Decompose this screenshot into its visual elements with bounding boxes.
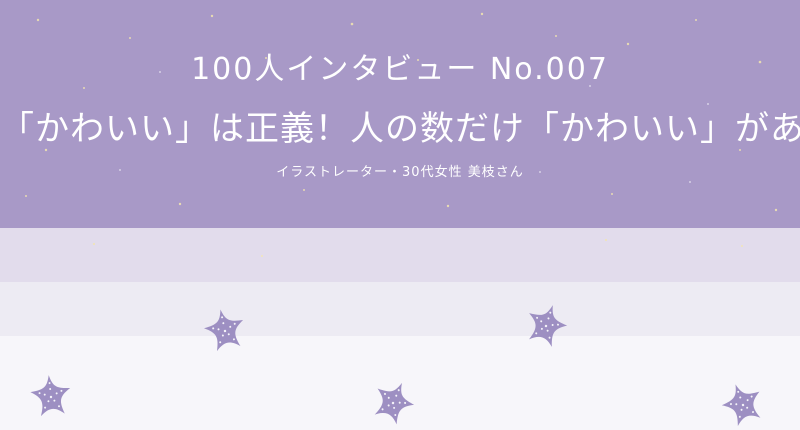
headline: 「かわいい」は正義！人の数だけ「かわいい」がある: [0, 109, 800, 149]
starfish-icon: [368, 378, 418, 428]
starfish-icon: [718, 380, 768, 429]
stripe-band: [0, 282, 800, 336]
starfish-icon: [521, 301, 571, 350]
interview-title: 100人インタビュー No.007: [191, 52, 609, 87]
starfish-icon: [200, 306, 249, 353]
interviewee-caption: イラストレーター・30代女性 美枝さん: [276, 165, 524, 180]
stripe-band: [0, 228, 800, 282]
starfish-icon: [28, 373, 73, 417]
